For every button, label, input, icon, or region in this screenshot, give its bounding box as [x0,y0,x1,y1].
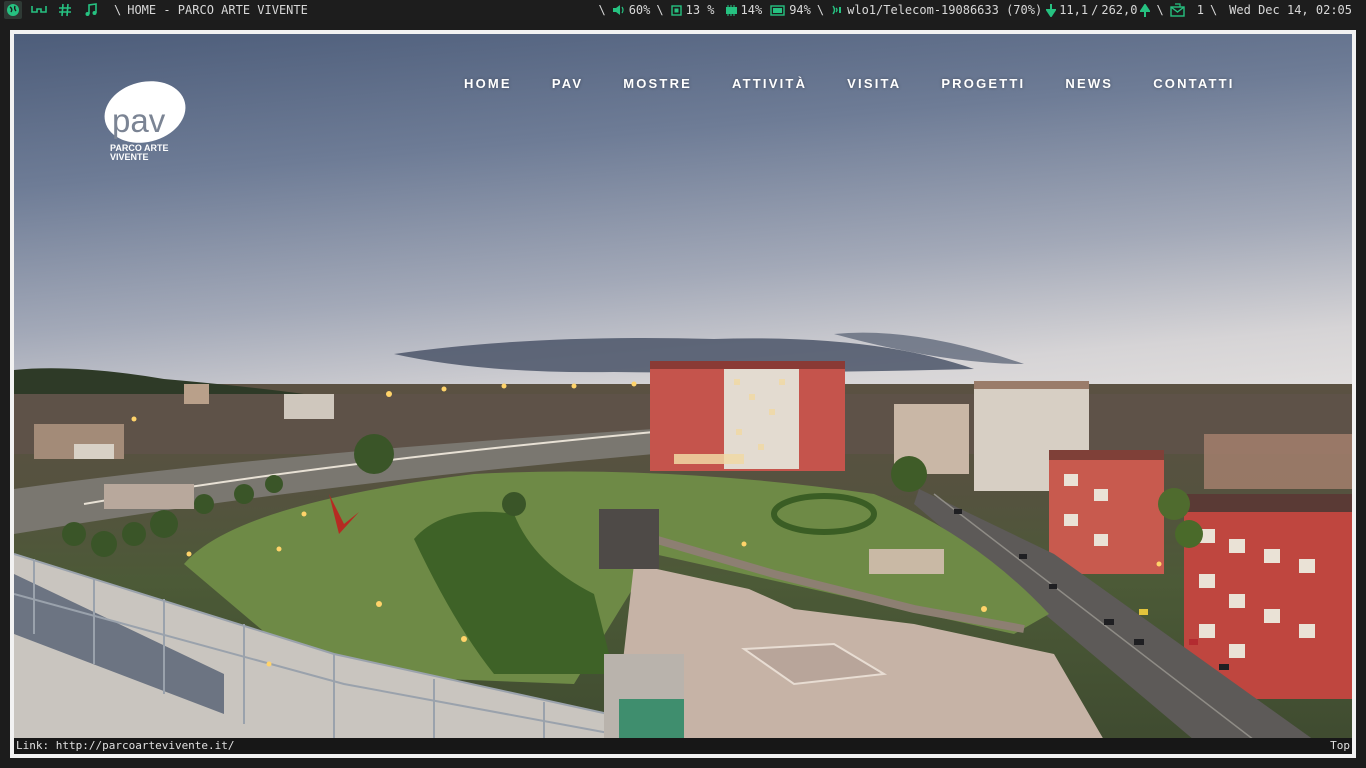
separator: \ [114,3,122,17]
speaker-icon [612,5,624,15]
pav-logo-wordmark: pav [112,102,166,139]
music-icon[interactable] [82,1,100,19]
mail-icon [1170,3,1185,17]
browser-status-line: Link: http://parcoartevivente.it/ Top [14,738,1352,754]
window-title: HOME - PARCO ARTE VIVENTE [127,3,308,17]
hero-city-illustration [14,332,1352,740]
mail-segment[interactable]: 1 [1170,0,1204,20]
download-value: 11,1 [1059,3,1089,17]
hovered-link-url: Link: http://parcoartevivente.it/ [16,739,235,752]
network-segment[interactable]: wlo1/Telecom-19086633 (70%) [830,0,1042,20]
volume-segment[interactable]: 60% [612,0,651,20]
nav-item-progetti[interactable]: PROGETTI [941,76,1025,91]
wifi-icon [832,5,842,15]
nav-item-news[interactable]: NEWS [1065,76,1113,91]
main-navigation: HOME PAV MOSTRE ATTIVITÀ VISITA PROGETTI… [464,76,1275,91]
download-arrow-icon [1046,3,1057,17]
volume-value: 60% [628,3,651,17]
nav-item-mostre[interactable]: MOSTRE [623,76,692,91]
nav-item-contatti[interactable]: CONTATTI [1153,76,1234,91]
logo-line-2: VIVENTE [110,152,149,162]
battery-segment: 94% [770,0,811,20]
pav-logo-caption: PARCO ARTE VIVENTE [110,144,169,162]
upload-arrow-icon [1140,3,1151,17]
memory-icon [725,4,737,16]
network-value: wlo1/Telecom-19086633 (70%) [847,3,1043,17]
datetime: Wed Dec 14, 02:05 [1229,3,1352,17]
cpu-segment: 13 % [670,0,715,20]
cpu-icon [670,4,682,16]
upload-value: 262,0 [1101,3,1138,17]
nav-item-pav[interactable]: PAV [552,76,583,91]
hero-panorama: pav PARCO ARTE VIVENTE HOME PAV MOSTRE A… [14,34,1352,740]
separator: \ [656,3,664,17]
nav-item-visita[interactable]: VISITA [847,76,901,91]
status-bar: \ HOME - PARCO ARTE VIVENTE \ 60% \ 13 %… [0,0,1366,20]
separator: \ [816,3,825,17]
status-bar-right: \ 60% \ 13 % 14% 94% \ wlo1/Telecom-1908… [592,0,1352,20]
nav-item-attivita[interactable]: ATTIVITÀ [732,76,807,91]
nav-item-home[interactable]: HOME [464,76,512,91]
separator: \ [1209,3,1218,17]
memory-segment: 14% [725,0,763,20]
status-bar-left: \ HOME - PARCO ARTE VIVENTE [4,0,308,20]
glasses-icon[interactable] [30,1,48,19]
scroll-position: Top [1330,739,1350,752]
battery-value: 94% [789,3,811,17]
traffic-segment: 11,1/262,0 [1046,0,1151,20]
globe-icon[interactable] [4,1,22,19]
browser-viewport: pav PARCO ARTE VIVENTE HOME PAV MOSTRE A… [10,30,1356,758]
separator: \ [1156,3,1164,17]
hash-icon[interactable] [56,1,74,19]
pav-logo[interactable]: pav PARCO ARTE VIVENTE [100,78,190,170]
mail-count: 1 [1196,3,1204,17]
separator: \ [598,3,606,17]
cpu-value: 13 % [685,3,715,17]
memory-value: 14% [740,3,763,17]
battery-icon [770,4,785,16]
